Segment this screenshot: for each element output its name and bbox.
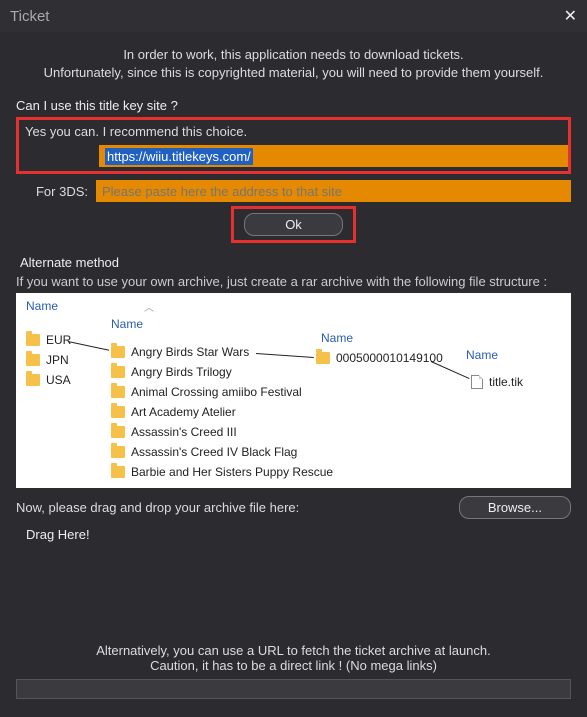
title-folder[interactable]: Assassin's Creed III <box>111 425 237 439</box>
folder-icon <box>26 334 40 346</box>
alternate-method-heading: Alternate method <box>20 255 567 270</box>
wiiu-url-value: https://wiiu.titlekeys.com/ <box>105 148 253 165</box>
title-label: Animal Crossing amiibo Festival <box>131 385 302 399</box>
wiiu-row: https://wiiu.titlekeys.com/ <box>19 145 568 167</box>
folder-icon <box>111 346 125 358</box>
title-label: Assassin's Creed IV Black Flag <box>131 445 297 459</box>
title-folder[interactable]: Art Academy Atelier <box>111 405 236 419</box>
content-area: In order to work, this application needs… <box>0 32 587 610</box>
name-header-4: Name <box>466 348 498 362</box>
title-label: Art Academy Atelier <box>131 405 236 419</box>
for3ds-label: For 3DS: <box>16 184 96 199</box>
for3ds-row: For 3DS: <box>16 180 571 202</box>
title-label: Angry Birds Star Wars <box>131 345 249 359</box>
tik-label: title.tik <box>489 375 523 389</box>
titleid-label: 0005000010149100 <box>336 351 443 365</box>
bottom-section: Alternatively, you can use a URL to fetc… <box>16 643 571 699</box>
folder-icon <box>111 366 125 378</box>
folder-icon <box>111 466 125 478</box>
intro-line-1: In order to work, this application needs… <box>16 46 571 64</box>
recommend-text: Yes you can. I recommend this choice. <box>19 120 568 141</box>
window-title: Ticket <box>10 8 49 25</box>
for3ds-url-input[interactable] <box>96 180 571 202</box>
connector-line <box>68 341 109 351</box>
bottom-line-2: Caution, it has to be a direct link ! (N… <box>16 658 571 673</box>
file-icon <box>471 375 483 389</box>
titleid-folder[interactable]: 0005000010149100 <box>316 351 443 365</box>
close-icon[interactable]: ✕ <box>564 6 577 26</box>
region-folder[interactable]: EUR <box>26 333 71 347</box>
name-header-1: Name <box>26 299 58 313</box>
alternate-method-desc: If you want to use your own archive, jus… <box>16 274 571 289</box>
region-folder[interactable]: USA <box>26 373 71 387</box>
drag-label: Now, please drag and drop your archive f… <box>16 500 299 515</box>
folder-icon <box>111 386 125 398</box>
title-folder[interactable]: Angry Birds Trilogy <box>111 365 232 379</box>
sort-chevron-icon: ︿ <box>144 299 154 314</box>
title-label: Assassin's Creed III <box>131 425 237 439</box>
folder-icon <box>26 354 40 366</box>
intro-line-2: Unfortunately, since this is copyrighted… <box>16 64 571 82</box>
ok-button[interactable]: Ok <box>244 213 343 236</box>
title-folder[interactable]: Angry Birds Star Wars <box>111 345 249 359</box>
drag-drop-area[interactable]: Drag Here! <box>16 519 571 602</box>
title-folder[interactable]: Barbie and Her Sisters Puppy Rescue <box>111 465 333 479</box>
ok-highlight-box: Ok <box>231 206 356 243</box>
folder-icon <box>111 406 125 418</box>
ok-area: Ok <box>16 206 571 243</box>
titlekey-highlight-box: Yes you can. I recommend this choice. ht… <box>16 117 571 174</box>
folder-icon <box>111 446 125 458</box>
titlekey-question: Can I use this title key site ? <box>16 98 571 113</box>
wiiu-url-input[interactable]: https://wiiu.titlekeys.com/ <box>99 145 568 167</box>
tik-file[interactable]: title.tik <box>471 375 523 389</box>
title-label: Angry Birds Trilogy <box>131 365 232 379</box>
name-header-3: Name <box>321 331 353 345</box>
folder-icon <box>316 352 330 364</box>
region-label: JPN <box>46 353 69 367</box>
region-label: USA <box>46 373 71 387</box>
browse-button[interactable]: Browse... <box>459 496 571 519</box>
file-structure-panel: Name ︿ Name Name Name EUR JPN USA Angry … <box>16 293 571 488</box>
connector-line <box>431 361 470 379</box>
title-folder[interactable]: Animal Crossing amiibo Festival <box>111 385 302 399</box>
folder-icon <box>26 374 40 386</box>
folder-icon <box>111 426 125 438</box>
title-label: Barbie and Her Sisters Puppy Rescue <box>131 465 333 479</box>
titlebar: Ticket ✕ <box>0 0 587 32</box>
url-input[interactable] <box>16 679 571 699</box>
intro-text: In order to work, this application needs… <box>16 46 571 82</box>
bottom-line-1: Alternatively, you can use a URL to fetc… <box>16 643 571 658</box>
drag-row: Now, please drag and drop your archive f… <box>16 496 571 519</box>
name-header-2: Name <box>111 317 143 331</box>
title-folder[interactable]: Assassin's Creed IV Black Flag <box>111 445 297 459</box>
region-folder[interactable]: JPN <box>26 353 69 367</box>
connector-line <box>256 353 314 358</box>
